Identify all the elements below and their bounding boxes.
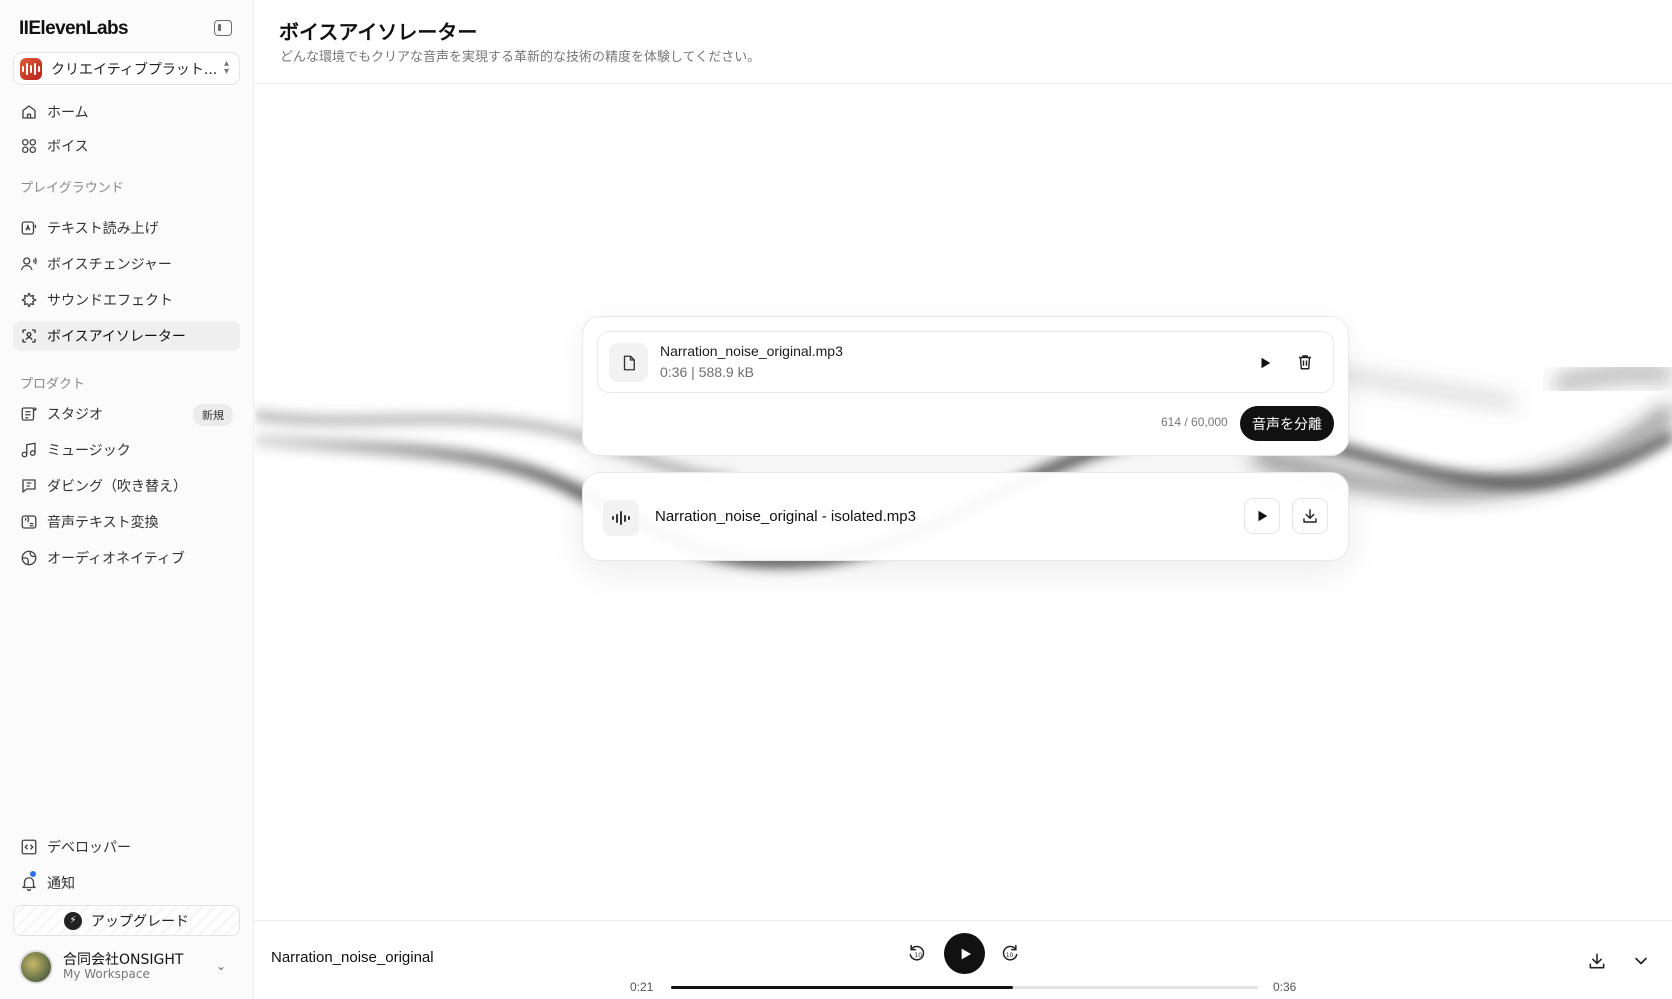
player-play-button[interactable]	[944, 933, 985, 974]
sidebar-item-speech-to-text[interactable]: 音声テキスト変換	[13, 507, 240, 537]
voice-changer-icon	[20, 255, 38, 273]
sidebar-item-label: デベロッパー	[47, 840, 131, 856]
speech-to-text-icon	[20, 513, 38, 531]
audio-player: Narration_noise_original 10 10 0:21 0:36	[255, 920, 1672, 999]
sparkle-icon	[20, 291, 38, 309]
sidebar-item-label: ボイスチェンジャー	[47, 257, 172, 273]
account-workspace: My Workspace	[63, 967, 150, 982]
sidebar-item-studio[interactable]: スタジオ 新規	[13, 399, 240, 429]
sidebar: IIElevenLabs クリエイティブプラット... ▴ ▾ ホーム ボイス プ…	[0, 0, 254, 999]
globe-icon	[20, 549, 38, 567]
player-track-title: Narration_noise_original	[271, 949, 434, 966]
workspace-select-label: クリエイティブプラット...	[51, 61, 216, 78]
uploaded-file-meta: 0:36 | 588.9 kB	[660, 364, 754, 380]
play-button[interactable]	[1244, 498, 1280, 534]
file-icon	[609, 343, 648, 382]
sidebar-item-label: 音声テキスト変換	[47, 515, 159, 531]
uploaded-file-row: Narration_noise_original.mp3 0:36 | 588.…	[597, 331, 1334, 393]
sidebar-item-home[interactable]: ホーム	[13, 97, 240, 127]
isolator-icon	[20, 327, 38, 345]
sidebar-item-label: ダビング（吹き替え）	[47, 479, 187, 495]
sidebar-item-label: ホーム	[47, 105, 89, 121]
workspace-brand-icon	[20, 57, 42, 80]
skip-back-10-icon[interactable]: 10	[907, 943, 927, 963]
chevron-updown-icon: ▴ ▾	[223, 58, 229, 77]
upgrade-label: アップグレード	[91, 913, 189, 930]
upgrade-button[interactable]: ⚡ アップグレード	[13, 905, 240, 936]
uploaded-file-name: Narration_noise_original.mp3	[660, 343, 843, 359]
bell-icon	[20, 874, 38, 892]
dubbing-icon	[20, 477, 38, 495]
section-label-products: プロダクト	[20, 377, 86, 392]
main-content: Narration_noise_original.mp3 0:36 | 588.…	[255, 85, 1672, 920]
result-card: Narration_noise_original - isolated.mp3	[582, 472, 1349, 561]
chevron-down-icon: ⌄	[215, 959, 226, 973]
svg-text:10: 10	[915, 953, 923, 959]
progress-fill	[671, 986, 1014, 989]
home-icon	[20, 103, 38, 121]
new-badge: 新規	[193, 404, 233, 426]
character-count: 614 / 60,000	[1161, 415, 1228, 429]
isolate-voice-button[interactable]: 音声を分離	[1240, 406, 1334, 441]
sidebar-item-label: サウンドエフェクト	[47, 293, 173, 309]
sidebar-item-notifications[interactable]: 通知	[13, 868, 240, 898]
sidebar-item-label: オーディオネイティブ	[47, 551, 185, 567]
grid-icon	[20, 137, 38, 155]
waveform-icon	[603, 500, 639, 536]
sidebar-item-label: テキスト読み上げ	[47, 221, 159, 237]
avatar	[19, 950, 53, 984]
sidebar-item-sound-effects[interactable]: サウンドエフェクト	[13, 285, 240, 315]
chevron-down-icon[interactable]	[1631, 951, 1651, 971]
sidebar-item-tts[interactable]: テキスト読み上げ	[13, 213, 240, 243]
notification-dot	[30, 871, 36, 877]
sidebar-item-label: ミュージック	[47, 443, 131, 459]
lightning-icon: ⚡	[64, 911, 82, 930]
account-menu[interactable]: 合同会社ONSIGHT My Workspace ⌄	[13, 945, 240, 989]
isolated-file-name: Narration_noise_original - isolated.mp3	[655, 508, 916, 525]
sidebar-collapse-icon[interactable]	[214, 20, 232, 36]
progress-bar[interactable]	[671, 986, 1258, 989]
download-button[interactable]	[1292, 498, 1328, 534]
page-subtitle: どんな環境でもクリアな音声を実現する革新的な技術の精度を体験してください。	[280, 50, 761, 65]
upload-card: Narration_noise_original.mp3 0:36 | 588.…	[582, 316, 1349, 456]
current-time: 0:21	[630, 980, 654, 994]
sidebar-item-label: 通知	[47, 876, 75, 892]
page-header: ボイスアイソレーター どんな環境でもクリアな音声を実現する革新的な技術の精度を体…	[255, 0, 1672, 84]
skip-forward-10-icon[interactable]: 10	[1000, 943, 1020, 963]
sidebar-item-developers[interactable]: デベロッパー	[13, 832, 240, 862]
text-speech-icon	[20, 219, 38, 237]
sidebar-item-voices[interactable]: ボイス	[13, 131, 240, 161]
section-label-playground: プレイグラウンド	[20, 181, 124, 196]
workspace-select[interactable]: クリエイティブプラット... ▴ ▾	[13, 52, 240, 85]
page-title: ボイスアイソレーター	[279, 20, 478, 44]
sidebar-item-voice-changer[interactable]: ボイスチェンジャー	[13, 249, 240, 279]
code-icon	[20, 838, 38, 856]
sidebar-item-label: ボイス	[47, 139, 89, 155]
app-logo[interactable]: IIElevenLabs	[19, 18, 129, 40]
trash-icon[interactable]	[1294, 351, 1316, 373]
account-name: 合同会社ONSIGHT	[63, 952, 184, 969]
svg-text:10: 10	[1006, 953, 1014, 959]
sidebar-item-audio-native[interactable]: オーディオネイティブ	[13, 543, 240, 573]
download-icon[interactable]	[1587, 951, 1607, 971]
sidebar-item-voice-isolator[interactable]: ボイスアイソレーター	[13, 321, 240, 351]
sidebar-item-label: ボイスアイソレーター	[47, 329, 186, 345]
total-time: 0:36	[1273, 980, 1297, 994]
music-note-icon	[20, 441, 38, 459]
sidebar-item-label: スタジオ	[47, 407, 103, 423]
sidebar-item-dubbing[interactable]: ダビング（吹き替え）	[13, 471, 240, 501]
play-icon[interactable]	[1254, 352, 1276, 374]
studio-icon	[20, 405, 38, 423]
sidebar-item-music[interactable]: ミュージック	[13, 435, 240, 465]
